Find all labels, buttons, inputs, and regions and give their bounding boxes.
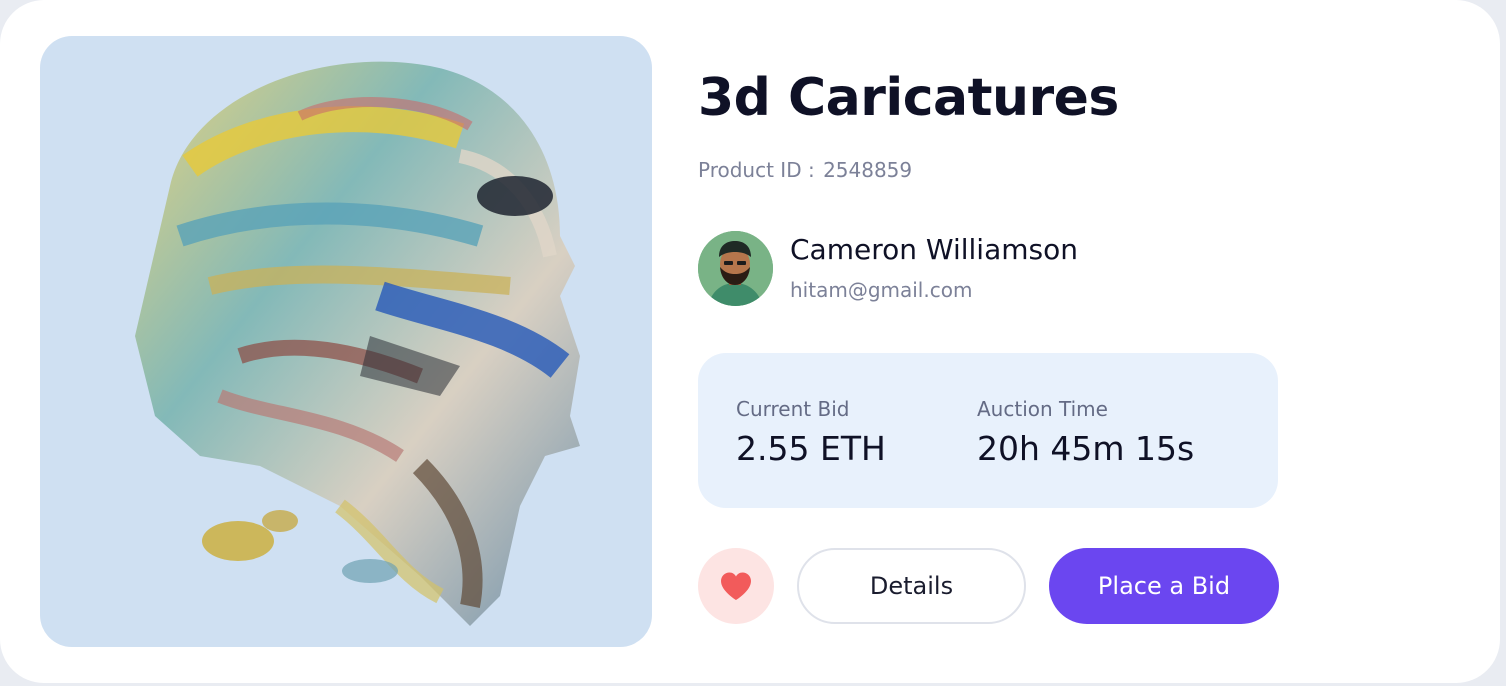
current-bid: Current Bid 2.55 ETH — [736, 397, 886, 468]
auction-info-panel: Current Bid 2.55 ETH Auction Time 20h 45… — [698, 353, 1278, 508]
current-bid-label: Current Bid — [736, 397, 850, 421]
favorite-button[interactable] — [698, 548, 774, 624]
auction-time-label: Auction Time — [977, 397, 1108, 421]
painted-head-illustration — [135, 61, 580, 626]
product-id-label: Product ID : — [698, 158, 815, 182]
heart-icon — [721, 572, 751, 600]
place-bid-button[interactable]: Place a Bid — [1049, 548, 1279, 624]
product-card: 3d Caricatures Product ID : 2548859 Came… — [0, 0, 1500, 683]
product-id-value: 2548859 — [823, 158, 913, 182]
bearded-man-avatar-icon — [698, 231, 773, 306]
owner-email: hitam@gmail.com — [790, 278, 973, 302]
auction-time-value: 20h 45m 15s — [977, 429, 1195, 468]
details-button[interactable]: Details — [797, 548, 1026, 624]
auction-time: Auction Time 20h 45m 15s — [977, 397, 1194, 468]
avatar[interactable] — [698, 231, 773, 306]
product-id: Product ID : 2548859 — [698, 158, 912, 182]
product-title: 3d Caricatures — [698, 68, 1119, 128]
current-bid-value: 2.55 ETH — [736, 429, 886, 468]
product-image[interactable] — [40, 36, 652, 647]
owner-name[interactable]: Cameron Williamson — [790, 233, 1078, 266]
